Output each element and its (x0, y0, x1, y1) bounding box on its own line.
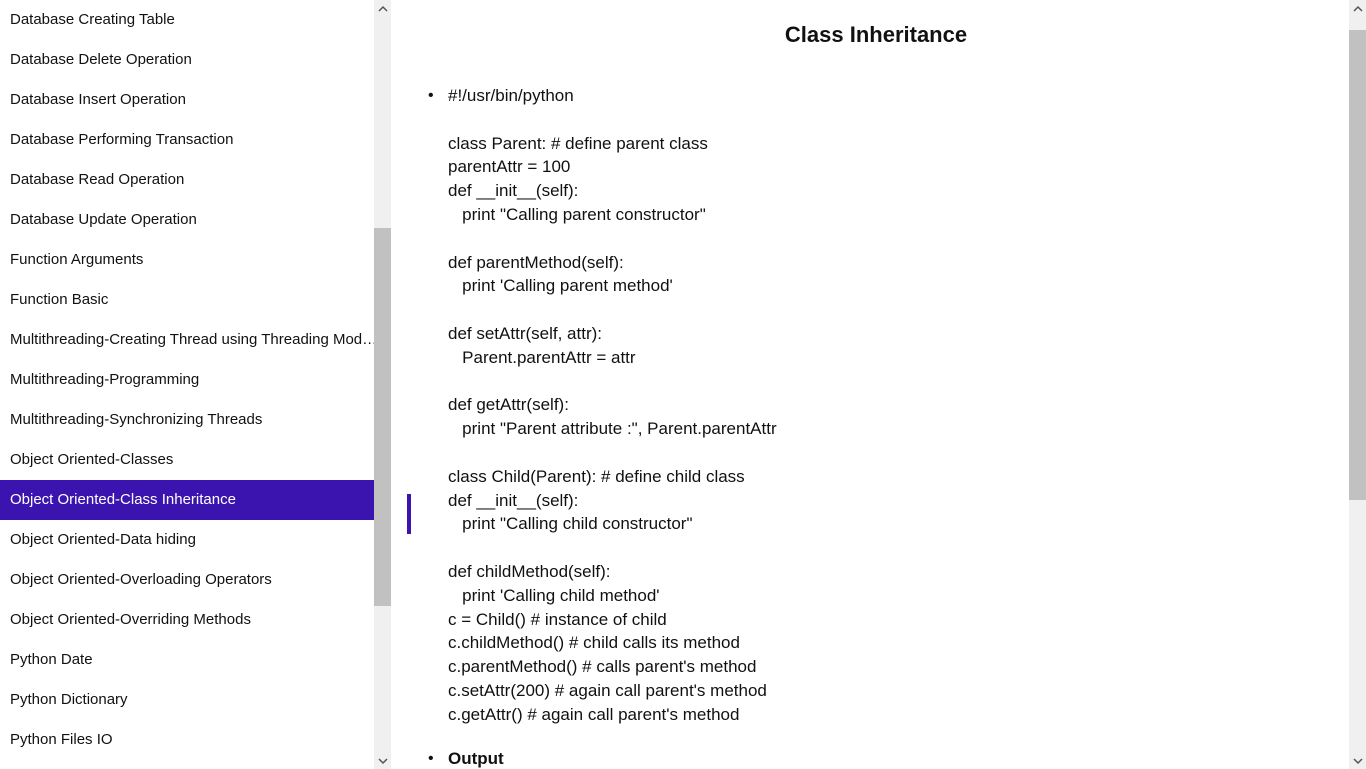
sidebar-item-label: Object Oriented-Classes (10, 451, 173, 468)
content-inner: Class Inheritance #!/usr/bin/python clas… (416, 0, 1346, 769)
sidebar-item[interactable]: Database Update Operation (0, 200, 391, 240)
sidebar-item-label: Object Oriented-Class Inheritance (10, 491, 236, 508)
sidebar-item-label: Database Creating Table (10, 11, 175, 28)
output-bullet: Output (416, 747, 1336, 769)
sidebar-item-label: Python Files IO (10, 731, 113, 748)
sidebar-item[interactable]: Database Performing Transaction (0, 120, 391, 160)
sidebar-item[interactable]: Multithreading-Programming (0, 360, 391, 400)
sidebar-item[interactable]: Database Creating Table (0, 0, 391, 40)
sidebar-item-label: Python Date (10, 651, 93, 668)
sidebar: Database Creating Table Database Delete O… (0, 0, 391, 769)
content-scroll-down[interactable] (1349, 752, 1366, 769)
sidebar-scroll-up[interactable] (374, 0, 391, 17)
chevron-down-icon (1353, 756, 1363, 766)
sidebar-item-label: Function Arguments (10, 251, 143, 268)
content-scroll-thumb[interactable] (1349, 30, 1366, 500)
chevron-up-icon (1353, 4, 1363, 14)
sidebar-item-label: Database Update Operation (10, 211, 197, 228)
chevron-down-icon (378, 756, 388, 766)
sidebar-item-label: Database Performing Transaction (10, 131, 233, 148)
sidebar-scroll-down[interactable] (374, 752, 391, 769)
sidebar-item[interactable]: Multithreading-Creating Thread using Thr… (0, 320, 391, 360)
sidebar-scroll-thumb[interactable] (374, 228, 391, 606)
code-bullet: #!/usr/bin/python class Parent: # define… (416, 84, 1336, 727)
sidebar-item[interactable]: Database Insert Operation (0, 80, 391, 120)
sidebar-item-label: Multithreading-Creating Thread using Thr… (10, 331, 382, 348)
sidebar-item-label: Database Insert Operation (10, 91, 186, 108)
content-scrollbar[interactable] (1349, 0, 1366, 769)
sidebar-item[interactable]: Database Read Operation (0, 160, 391, 200)
sidebar-item[interactable]: Python Dictionary (0, 680, 391, 720)
sidebar-item-label: Database Delete Operation (10, 51, 192, 68)
sidebar-item[interactable]: Function Arguments (0, 240, 391, 280)
sidebar-item[interactable]: Function Basic (0, 280, 391, 320)
sidebar-item[interactable]: Python Files IO (0, 720, 391, 760)
sidebar-item[interactable]: Multithreading-Synchronizing Threads (0, 400, 391, 440)
sidebar-item-label: Multithreading-Synchronizing Threads (10, 411, 262, 428)
sidebar-scrollbar[interactable] (374, 0, 391, 769)
sidebar-item[interactable]: Database Delete Operation (0, 40, 391, 80)
content-pane: Class Inheritance #!/usr/bin/python clas… (391, 0, 1366, 769)
chevron-up-icon (378, 4, 388, 14)
output-label: Output (448, 749, 504, 768)
code-block: #!/usr/bin/python class Parent: # define… (448, 84, 1336, 727)
sidebar-item[interactable]: Object Oriented-Overriding Methods (0, 600, 391, 640)
sidebar-item-label: Object Oriented-Overloading Operators (10, 571, 272, 588)
sidebar-item-label: Object Oriented-Overriding Methods (10, 611, 251, 628)
sidebar-item[interactable]: Object Oriented-Class Inheritance (0, 480, 391, 520)
sidebar-item[interactable]: Object Oriented-Data hiding (0, 520, 391, 560)
sidebar-item-label: Database Read Operation (10, 171, 184, 188)
sidebar-item[interactable]: Object Oriented-Classes (0, 440, 391, 480)
sidebar-item[interactable]: Object Oriented-Overloading Operators (0, 560, 391, 600)
sidebar-list: Database Creating Table Database Delete O… (0, 0, 391, 769)
sidebar-item-label: Python Dictionary (10, 691, 128, 708)
content-scroll-up[interactable] (1349, 0, 1366, 17)
sidebar-item-label: Function Basic (10, 291, 108, 308)
page-title: Class Inheritance (416, 22, 1336, 48)
sidebar-item[interactable]: Python Date (0, 640, 391, 680)
sidebar-item-label: Multithreading-Programming (10, 371, 199, 388)
sidebar-item-label: Object Oriented-Data hiding (10, 531, 196, 548)
